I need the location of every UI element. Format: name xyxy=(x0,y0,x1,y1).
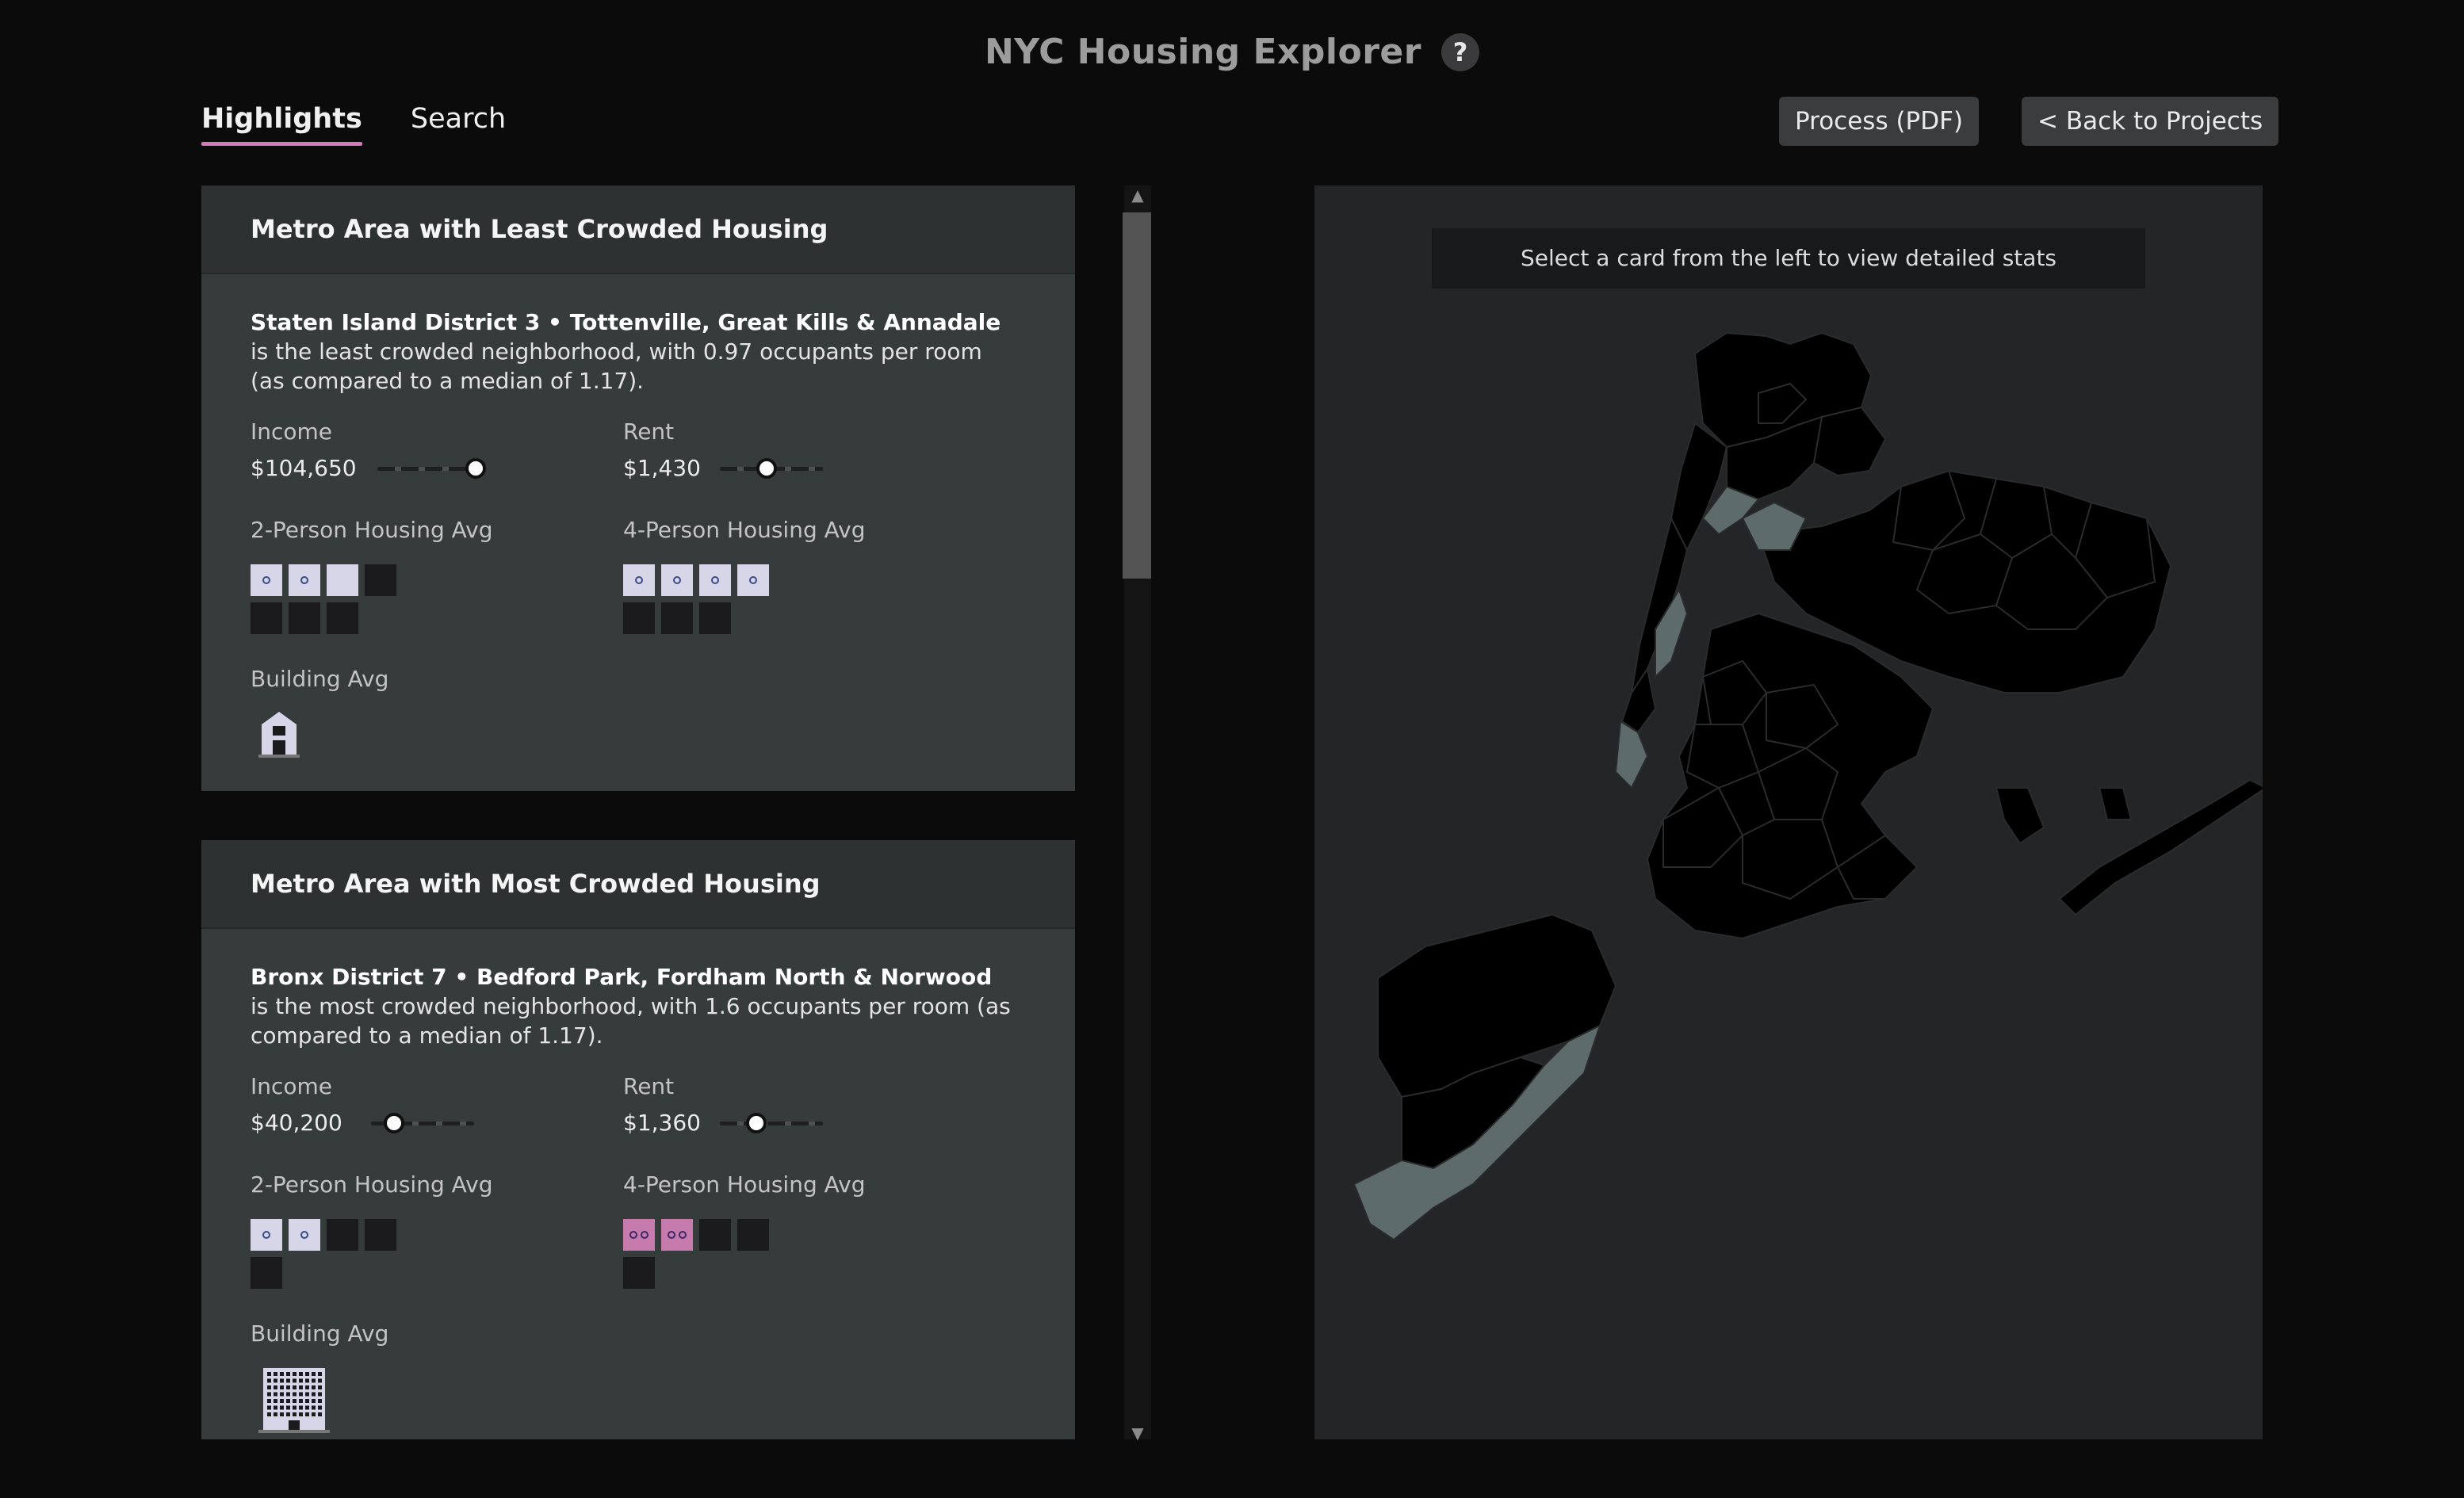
app-title: NYC Housing Explorer xyxy=(984,32,1421,72)
header: NYC Housing Explorer ? xyxy=(0,32,2464,72)
empty-room-cell xyxy=(327,602,358,634)
rent-value: $1,360 xyxy=(623,1110,701,1136)
occupied-room-cell xyxy=(289,1219,320,1251)
card-description: Staten Island District 3 • Tottenville, … xyxy=(251,308,1012,396)
district xyxy=(1614,720,1649,789)
scroll-up-icon[interactable]: ▲ xyxy=(1124,185,1151,204)
four-person-grid xyxy=(623,1219,782,1289)
income-slider xyxy=(371,1111,474,1135)
bronx-borough[interactable] xyxy=(1693,331,1887,501)
brooklyn-borough[interactable] xyxy=(1646,612,1934,940)
house-icon xyxy=(258,712,300,758)
district-name: Bronx District 7 • Bedford Park, Fordham… xyxy=(251,964,993,990)
empty-room-cell xyxy=(289,602,320,634)
map-panel: Select a card from the left to view deta… xyxy=(1314,185,2263,1439)
slider-track xyxy=(720,1122,823,1125)
slider-knob xyxy=(745,1113,767,1133)
occupied-room-cell xyxy=(623,564,655,596)
district xyxy=(1995,787,2045,845)
building-label: Building Avg xyxy=(251,666,389,692)
highlights-list[interactable]: Metro Area with Least Crowded Housing St… xyxy=(201,185,1075,1439)
highlight-card-most-crowded[interactable]: Metro Area with Most Crowded Housing Bro… xyxy=(201,840,1075,1439)
nyc-district-map[interactable] xyxy=(1314,185,2263,1439)
rent-slider xyxy=(720,457,823,480)
income-label: Income xyxy=(251,418,333,445)
scrollbar-thumb[interactable] xyxy=(1123,212,1151,579)
district xyxy=(1812,406,1887,477)
tab-search[interactable]: Search xyxy=(411,103,506,146)
occupied-room-cell xyxy=(661,1219,693,1251)
two-person-label: 2-Person Housing Avg xyxy=(251,517,493,543)
empty-room-cell xyxy=(699,602,731,634)
slider-knob xyxy=(383,1113,404,1133)
rent-slider xyxy=(720,1111,823,1135)
district xyxy=(2058,778,2263,916)
district xyxy=(2098,787,2133,820)
description-text: is the most crowded neighborhood, with 1… xyxy=(251,993,1011,1049)
empty-room-cell xyxy=(661,602,693,634)
occupied-room-cell xyxy=(289,564,320,596)
rent-label: Rent xyxy=(623,1073,675,1099)
unoccupied-room-cell xyxy=(327,564,358,596)
empty-room-cell xyxy=(251,1257,282,1289)
apartment-building-icon xyxy=(258,1368,330,1433)
empty-room-cell xyxy=(327,1219,358,1251)
four-person-grid xyxy=(623,564,782,634)
back-to-projects-button[interactable]: < Back to Projects xyxy=(2022,97,2279,146)
two-person-grid xyxy=(251,1219,409,1289)
card-title: Metro Area with Most Crowded Housing xyxy=(201,840,1075,929)
map-hint: Select a card from the left to view deta… xyxy=(1432,228,2145,289)
income-value: $40,200 xyxy=(251,1110,342,1136)
slider-knob xyxy=(465,458,486,479)
occupied-room-cell xyxy=(661,564,693,596)
rent-value: $1,430 xyxy=(623,455,701,481)
empty-room-cell xyxy=(623,1257,655,1289)
district-name: Staten Island District 3 • Tottenville, … xyxy=(251,309,1001,335)
income-label: Income xyxy=(251,1073,333,1099)
process-pdf-button[interactable]: Process (PDF) xyxy=(1779,97,1980,146)
highlight-card-least-crowded[interactable]: Metro Area with Least Crowded Housing St… xyxy=(201,185,1075,791)
four-person-label: 4-Person Housing Avg xyxy=(623,517,866,543)
rent-label: Rent xyxy=(623,418,675,445)
card-title: Metro Area with Least Crowded Housing xyxy=(201,185,1075,274)
card-description: Bronx District 7 • Bedford Park, Fordham… xyxy=(251,962,1012,1050)
empty-room-cell xyxy=(365,564,396,596)
occupied-room-cell xyxy=(737,564,769,596)
empty-room-cell xyxy=(737,1219,769,1251)
description-text: is the least crowded neighborhood, with … xyxy=(251,338,982,394)
two-person-grid xyxy=(251,564,409,634)
occupied-room-cell xyxy=(251,1219,282,1251)
income-value: $104,650 xyxy=(251,455,357,481)
empty-room-cell xyxy=(699,1219,731,1251)
occupied-room-cell xyxy=(251,564,282,596)
staten-island-borough[interactable] xyxy=(1353,913,1617,1241)
help-button[interactable]: ? xyxy=(1441,32,1480,71)
building-label: Building Avg xyxy=(251,1320,389,1347)
four-person-label: 4-Person Housing Avg xyxy=(623,1171,866,1198)
tab-highlights[interactable]: Highlights xyxy=(201,103,362,146)
two-person-label: 2-Person Housing Avg xyxy=(251,1171,493,1198)
slider-knob xyxy=(756,458,777,479)
occupied-room-cell xyxy=(699,564,731,596)
empty-room-cell xyxy=(623,602,655,634)
tab-bar: Highlights Search xyxy=(201,103,550,154)
empty-room-cell xyxy=(365,1219,396,1251)
empty-room-cell xyxy=(251,602,282,634)
occupied-room-cell xyxy=(623,1219,655,1251)
scroll-down-icon[interactable]: ▼ xyxy=(1124,1423,1151,1443)
income-slider xyxy=(377,457,486,480)
